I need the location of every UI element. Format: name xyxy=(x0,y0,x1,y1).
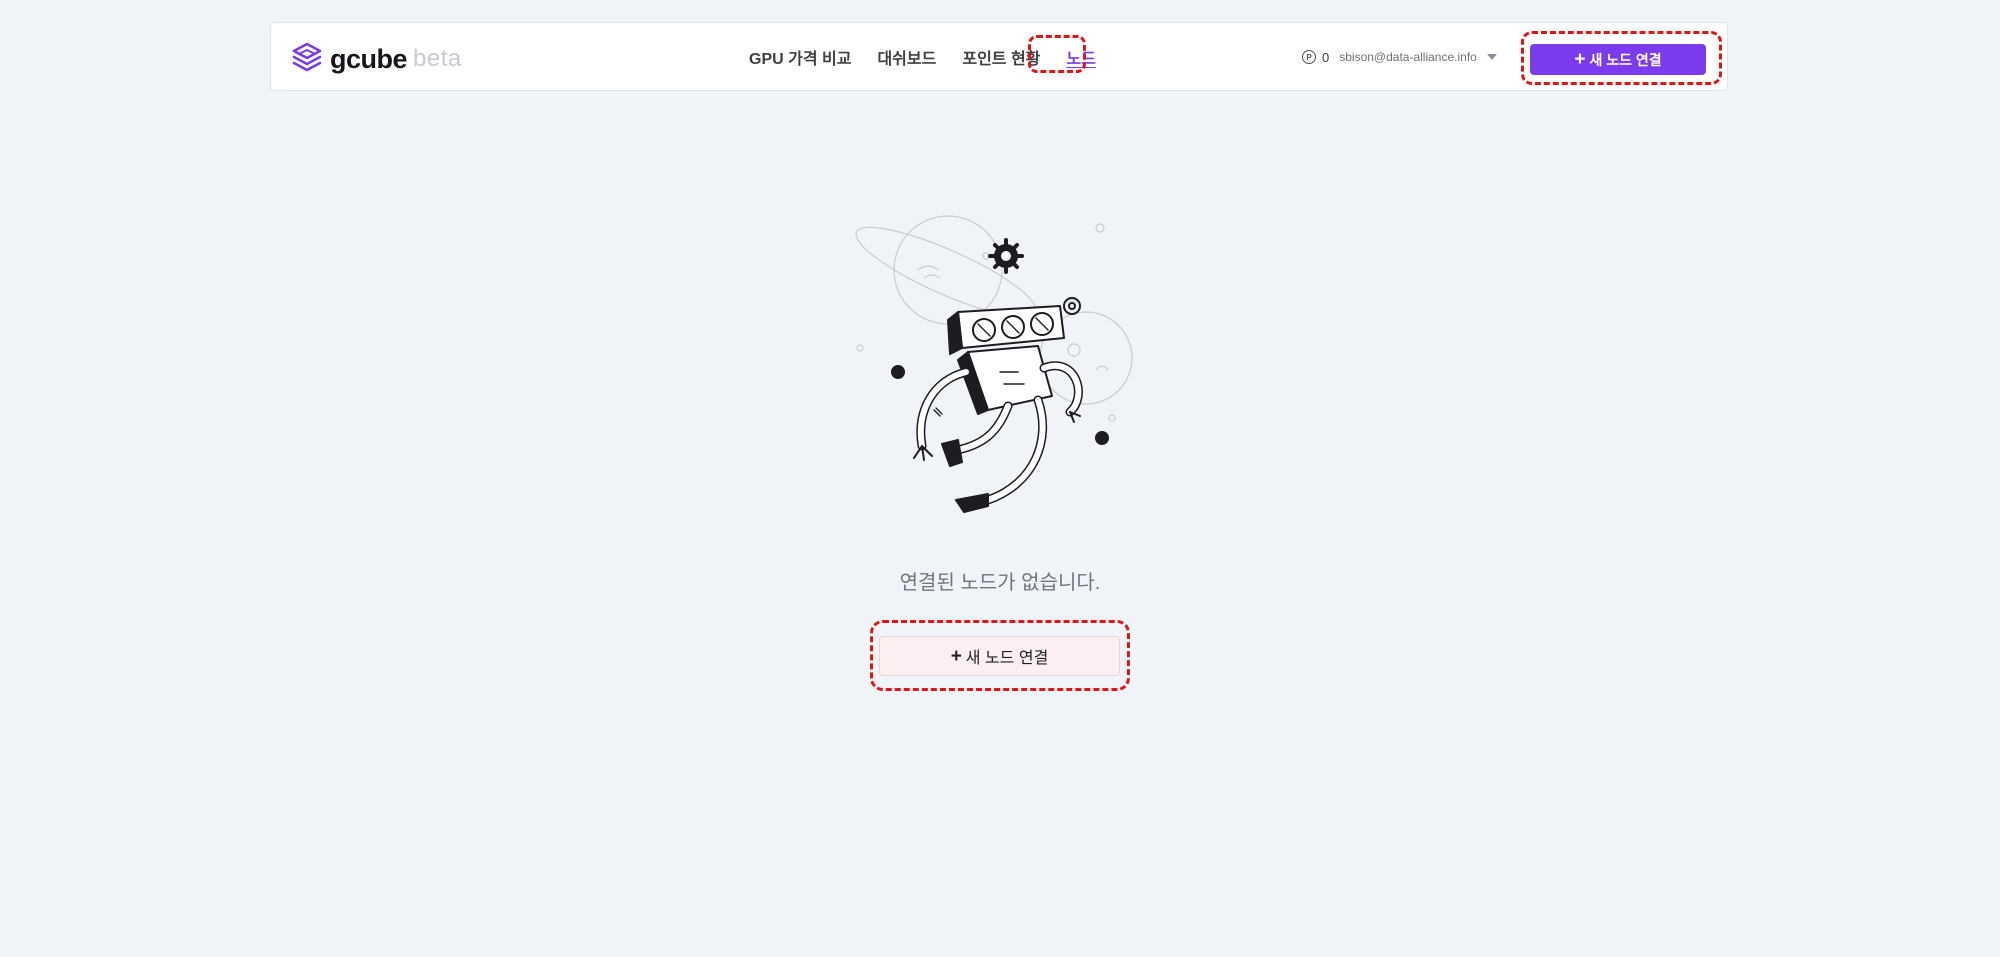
logo-name: gcube xyxy=(330,43,408,74)
nav-node[interactable]: 노드 xyxy=(1066,45,1095,69)
new-node-connect-label: 새 노드 연결 xyxy=(965,650,1049,667)
point-coin-icon: P xyxy=(1302,50,1316,64)
new-node-connect-header-label: 새 노드 연결 xyxy=(1589,51,1662,68)
plus-icon: + xyxy=(1574,49,1586,70)
logo-beta-tag: beta xyxy=(413,45,462,72)
nav-point-status[interactable]: 포인트 현황 xyxy=(962,45,1040,69)
plus-icon: + xyxy=(950,645,962,667)
logo[interactable]: gcube beta xyxy=(291,39,462,79)
empty-state-message: 연결된 노드가 없습니다. xyxy=(899,572,1101,594)
page: gcube beta GPU 가격 비교 대쉬보드 포인트 현황 노드 P 0 … xyxy=(0,0,2000,957)
main-nav: GPU 가격 비교 대쉬보드 포인트 현황 노드 xyxy=(749,23,1122,90)
user-email[interactable]: sbison@data-alliance.info xyxy=(1339,50,1477,64)
stacked-layers-icon xyxy=(292,42,322,72)
caret-down-icon[interactable] xyxy=(1486,54,1497,60)
nav-gpu-price-compare[interactable]: GPU 가격 비교 xyxy=(749,45,851,69)
account-area: P 0 sbison@data-alliance.info xyxy=(1302,47,1497,67)
points-value: 0 xyxy=(1322,49,1330,65)
gpu-robot-illustration xyxy=(855,215,1133,513)
top-header: gcube beta GPU 가격 비교 대쉬보드 포인트 현황 노드 P 0 … xyxy=(270,22,1728,91)
new-node-connect-header-button[interactable]: + 새 노드 연결 xyxy=(1530,44,1706,75)
new-node-connect-button[interactable]: + 새 노드 연결 xyxy=(879,636,1120,676)
nav-dashboard[interactable]: 대쉬보드 xyxy=(877,45,936,69)
